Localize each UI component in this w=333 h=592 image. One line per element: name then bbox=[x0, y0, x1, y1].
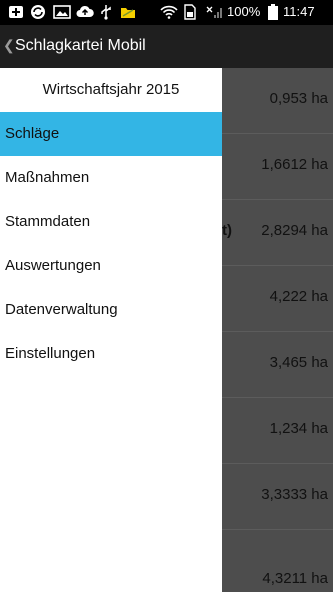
usb-icon bbox=[100, 4, 112, 25]
sync-icon bbox=[30, 4, 46, 25]
status-bar: 100% 11:47 bbox=[0, 0, 333, 25]
battery-percent: 100% bbox=[227, 4, 261, 19]
list-item-area: 0,953 ha bbox=[269, 90, 328, 107]
list-item-fragment: t) bbox=[222, 222, 232, 239]
app-title[interactable]: Schlagkartei Mobil bbox=[15, 37, 146, 55]
fiscal-year-header[interactable]: Wirtschaftsjahr 2015 bbox=[0, 68, 222, 112]
drawer-item-datenverwaltung[interactable]: Datenverwaltung bbox=[0, 288, 222, 332]
action-bar: ❮ Schlagkartei Mobil bbox=[0, 25, 333, 68]
list-item-area: 3,3333 ha bbox=[261, 486, 328, 503]
wifi-icon bbox=[160, 4, 178, 25]
navigation-drawer: Wirtschaftsjahr 2015 Schläge Maßnahmen S… bbox=[0, 68, 222, 592]
drawer-item-schlaege[interactable]: Schläge bbox=[0, 112, 222, 156]
drawer-item-massnahmen[interactable]: Maßnahmen bbox=[0, 156, 222, 200]
add-box-icon bbox=[8, 4, 24, 25]
list-item-area: 4,3211 ha bbox=[262, 570, 328, 587]
clock: 11:47 bbox=[283, 4, 315, 19]
folder-icon bbox=[120, 4, 136, 25]
list-item-area: 1,6612 ha bbox=[261, 156, 328, 173]
battery-icon bbox=[267, 4, 279, 25]
signal-icon bbox=[204, 4, 224, 25]
chevron-left-icon[interactable]: ❮ bbox=[3, 37, 15, 54]
list-item-area: 2,8294 ha bbox=[261, 222, 328, 239]
drawer-item-einstellungen[interactable]: Einstellungen bbox=[0, 332, 222, 376]
list-item-area: 3,465 ha bbox=[269, 354, 328, 371]
drawer-item-stammdaten[interactable]: Stammdaten bbox=[0, 200, 222, 244]
list-item-area: 4,222 ha bbox=[269, 288, 328, 305]
list-item-area: 1,234 ha bbox=[269, 420, 328, 437]
image-icon bbox=[53, 4, 71, 25]
sim-icon bbox=[184, 4, 196, 25]
drawer-item-auswertungen[interactable]: Auswertungen bbox=[0, 244, 222, 288]
cloud-upload-icon bbox=[76, 4, 94, 25]
